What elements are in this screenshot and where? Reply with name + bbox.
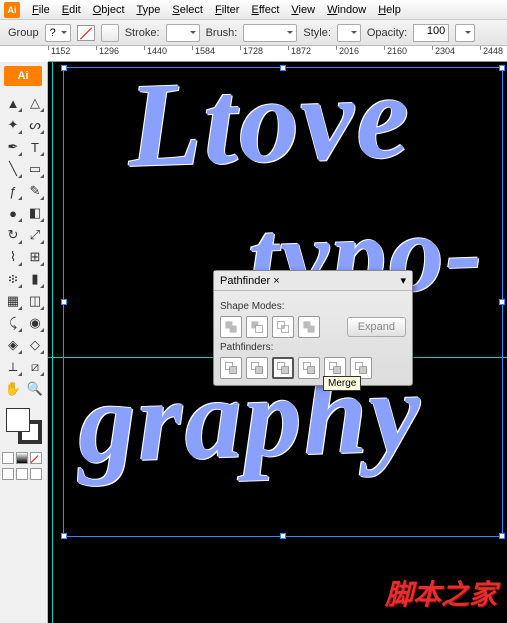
expand-button[interactable]: Expand bbox=[347, 317, 406, 337]
warp-tool[interactable]: ⌇ bbox=[2, 246, 24, 268]
handle[interactable] bbox=[280, 533, 286, 539]
lasso-tool[interactable]: ᔕ bbox=[24, 114, 46, 136]
pen-tool[interactable]: ✒ bbox=[2, 136, 24, 158]
scale-tool[interactable]: ⤢ bbox=[24, 224, 46, 246]
blob-tool[interactable]: ● bbox=[2, 202, 24, 224]
symbol-sprayer-tool[interactable]: ፨ bbox=[2, 268, 24, 290]
paintbrush-tool[interactable]: ƒ bbox=[2, 180, 24, 202]
menu-type[interactable]: Type bbox=[131, 2, 167, 18]
tooltip: Merge bbox=[323, 376, 361, 391]
stroke-label: Stroke: bbox=[125, 27, 160, 39]
selection-tool[interactable]: ▲ bbox=[2, 92, 24, 114]
brush-label: Brush: bbox=[206, 27, 238, 39]
menu-window[interactable]: Window bbox=[321, 2, 372, 18]
app-icon: Ai bbox=[4, 2, 20, 18]
menu-select[interactable]: Select bbox=[166, 2, 209, 18]
ruler-tick: 1584 bbox=[192, 46, 215, 50]
handle[interactable] bbox=[61, 299, 67, 305]
pathfinder-merge[interactable] bbox=[272, 357, 294, 379]
fill-swatch[interactable] bbox=[77, 25, 95, 41]
ruler-tick: 2304 bbox=[432, 46, 455, 50]
pathfinder-divide[interactable] bbox=[220, 357, 242, 379]
eraser-tool[interactable]: ◧ bbox=[24, 202, 46, 224]
direct-select-tool[interactable]: △ bbox=[24, 92, 46, 114]
panel-title: Pathfinder × bbox=[220, 275, 280, 287]
menu-help[interactable]: Help bbox=[372, 2, 407, 18]
ruler-horizontal[interactable]: 1152 1296 1440 1584 1728 1872 2016 2160 2304 2448 bbox=[48, 46, 507, 62]
ruler-tick: 2016 bbox=[336, 46, 359, 50]
brush-dropdown[interactable] bbox=[243, 24, 297, 42]
style-label: Style: bbox=[303, 27, 331, 39]
ai-badge: Ai bbox=[4, 66, 42, 86]
pathfinder-trim[interactable] bbox=[246, 357, 268, 379]
opacity-dropdown[interactable] bbox=[455, 24, 475, 42]
screen-mode-buttons[interactable] bbox=[0, 466, 47, 482]
handle[interactable] bbox=[61, 65, 67, 71]
question-dropdown[interactable]: ? bbox=[45, 24, 71, 42]
ruler-tick: 1872 bbox=[288, 46, 311, 50]
live-paint-tool[interactable]: ◈ bbox=[2, 334, 24, 356]
handle[interactable] bbox=[499, 65, 505, 71]
color-mode-buttons[interactable] bbox=[0, 450, 47, 466]
style-dropdown[interactable] bbox=[337, 24, 361, 42]
stroke-swatch[interactable] bbox=[101, 24, 119, 42]
guide-vertical[interactable] bbox=[52, 62, 53, 623]
magic-wand-tool[interactable]: ✦ bbox=[2, 114, 24, 136]
ruler-tick: 1296 bbox=[96, 46, 119, 50]
pathfinders-label: Pathfinders: bbox=[220, 342, 406, 353]
ruler-tick: 1728 bbox=[240, 46, 263, 50]
opacity-input[interactable]: 100 bbox=[413, 24, 449, 42]
menu-effect[interactable]: Effect bbox=[245, 2, 285, 18]
pathfinder-crop[interactable] bbox=[298, 357, 320, 379]
tools-panel: Ai ▲△✦ᔕ✒T╲▭ƒ✎●◧↻⤢⌇⊞፨▮▦◫⤹◉◈◇⟂⧄✋🔍 bbox=[0, 62, 48, 623]
menu-filter[interactable]: Filter bbox=[209, 2, 245, 18]
crop-tool[interactable]: ⟂ bbox=[2, 356, 24, 378]
menu-edit[interactable]: Edit bbox=[56, 2, 87, 18]
graph-tool[interactable]: ▮ bbox=[24, 268, 46, 290]
fill-stroke-control[interactable] bbox=[4, 406, 44, 446]
shape-mode-exclude[interactable] bbox=[298, 316, 320, 338]
rotate-tool[interactable]: ↻ bbox=[2, 224, 24, 246]
menu-object[interactable]: Object bbox=[87, 2, 131, 18]
handle[interactable] bbox=[280, 65, 286, 71]
handle[interactable] bbox=[61, 533, 67, 539]
slice-tool[interactable]: ⧄ bbox=[24, 356, 46, 378]
free-transform-tool[interactable]: ⊞ bbox=[24, 246, 46, 268]
shape-mode-intersect[interactable] bbox=[272, 316, 294, 338]
zoom-tool[interactable]: 🔍 bbox=[24, 378, 46, 400]
panel-titlebar[interactable]: Pathfinder × ▾ bbox=[214, 271, 412, 291]
opacity-label: Opacity: bbox=[367, 27, 407, 39]
panel-menu-icon[interactable]: ▾ bbox=[400, 274, 406, 287]
menu-bar: Ai FileEditObjectTypeSelectFilterEffectV… bbox=[0, 0, 507, 20]
rectangle-tool[interactable]: ▭ bbox=[24, 158, 46, 180]
mesh-tool[interactable]: ▦ bbox=[2, 290, 24, 312]
type-tool[interactable]: T bbox=[24, 136, 46, 158]
handle[interactable] bbox=[499, 299, 505, 305]
ruler-tick: 2160 bbox=[384, 46, 407, 50]
handle[interactable] bbox=[499, 533, 505, 539]
live-paint-select-tool[interactable]: ◇ bbox=[24, 334, 46, 356]
control-bar: Group ? Stroke: Brush: Style: Opacity: 1… bbox=[0, 20, 507, 46]
hand-tool[interactable]: ✋ bbox=[2, 378, 24, 400]
stroke-weight[interactable] bbox=[166, 24, 200, 42]
selection-type: Group bbox=[8, 27, 39, 39]
line-tool[interactable]: ╲ bbox=[2, 158, 24, 180]
menu-view[interactable]: View bbox=[285, 2, 321, 18]
pathfinder-panel[interactable]: Pathfinder × ▾ Shape Modes: Expand Pathf… bbox=[213, 270, 413, 386]
close-tab-icon[interactable]: × bbox=[273, 275, 279, 287]
gradient-tool[interactable]: ◫ bbox=[24, 290, 46, 312]
eyedropper-tool[interactable]: ⤹ bbox=[2, 312, 24, 334]
canvas[interactable]: Ltove typo- graphy Pathfinder × ▾ Shape … bbox=[48, 62, 507, 623]
shape-mode-minus-front[interactable] bbox=[246, 316, 268, 338]
menu-file[interactable]: File bbox=[26, 2, 56, 18]
ruler-tick: 2448 bbox=[480, 46, 503, 50]
shape-mode-unite[interactable] bbox=[220, 316, 242, 338]
watermark: 脚本之家 bbox=[385, 573, 497, 613]
pencil-tool[interactable]: ✎ bbox=[24, 180, 46, 202]
ruler-tick: 1152 bbox=[48, 46, 70, 50]
shape-modes-label: Shape Modes: bbox=[220, 301, 406, 312]
blend-tool[interactable]: ◉ bbox=[24, 312, 46, 334]
ruler-tick: 1440 bbox=[144, 46, 167, 50]
